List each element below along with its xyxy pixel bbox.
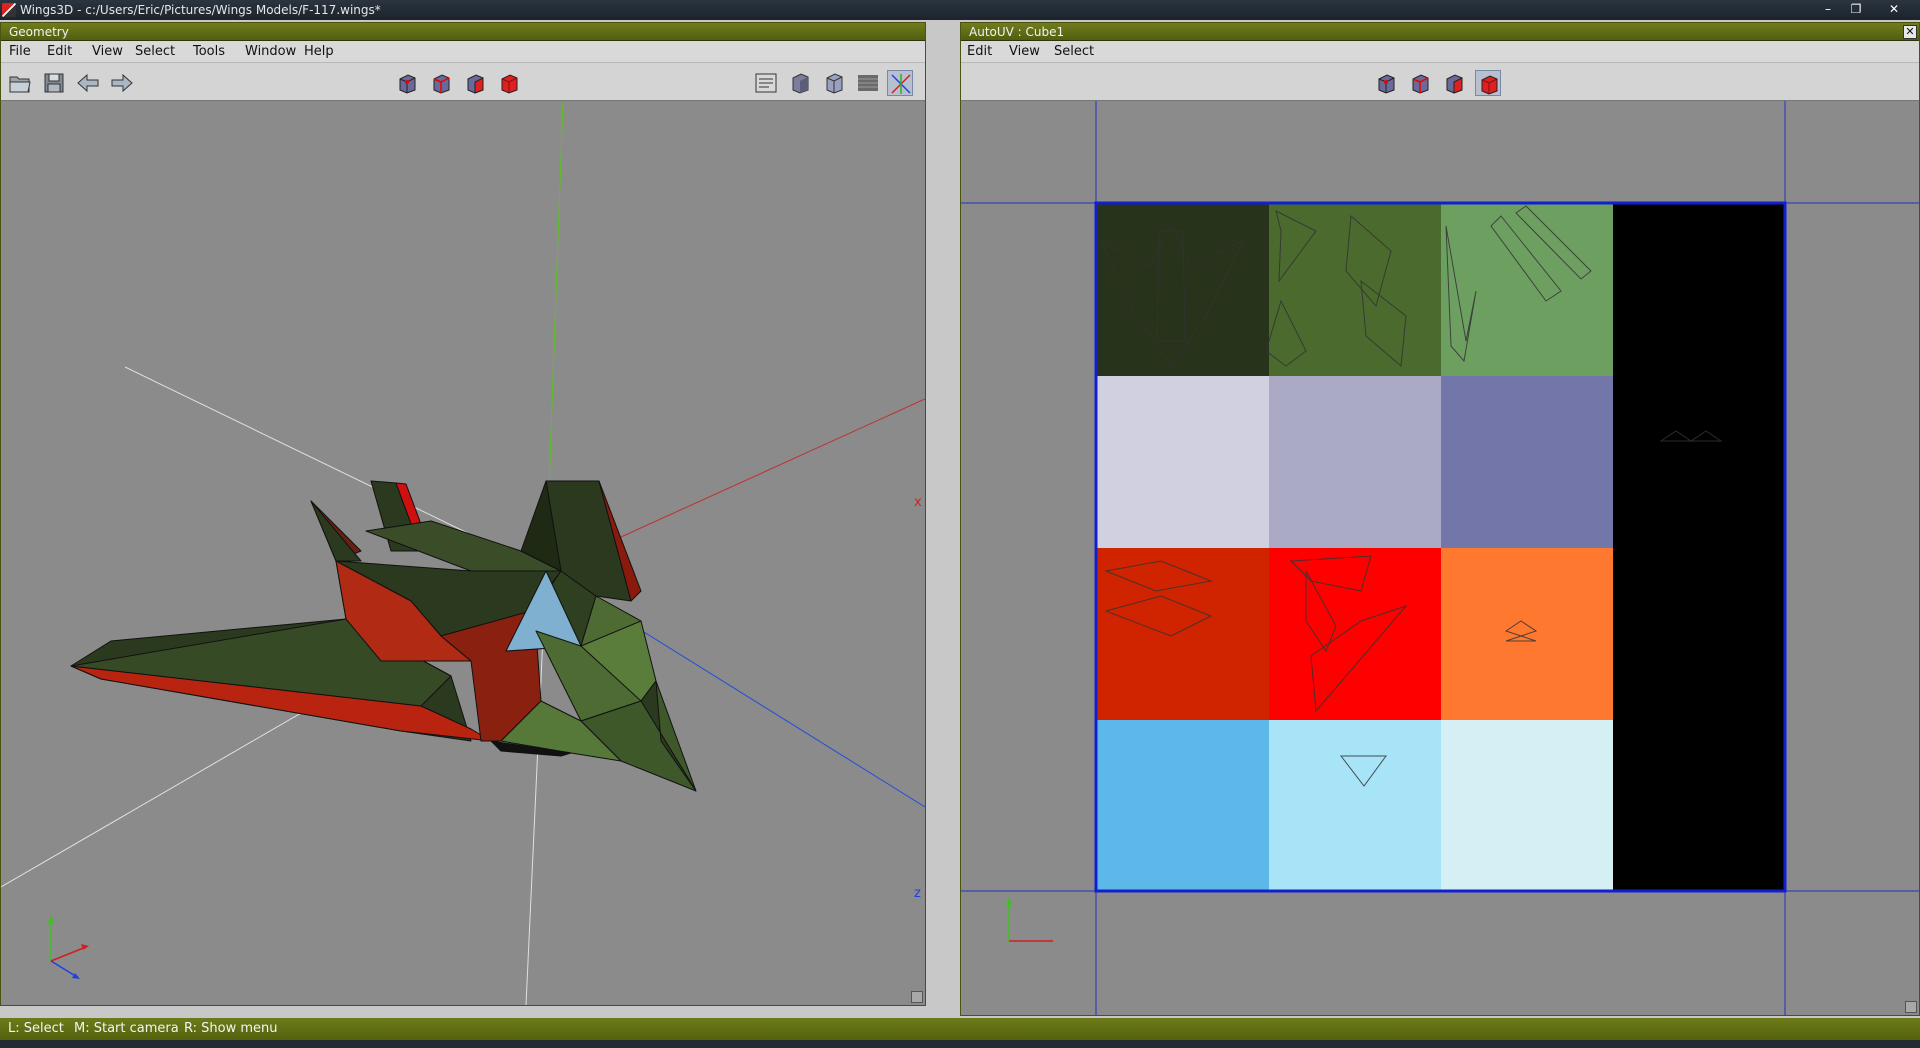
geometry-panel: Geometry File Edit View Select Tools Win…	[0, 22, 926, 1006]
vertex-mode-icon[interactable]	[394, 70, 420, 96]
texture-cell	[1269, 548, 1441, 720]
x-axis-label: x	[914, 495, 922, 510]
texture-cell	[1269, 376, 1441, 548]
geometry-menubar: File Edit View Select Tools Window Help	[1, 41, 925, 63]
texture-cell	[1613, 548, 1785, 720]
grid-icon[interactable]	[855, 70, 881, 96]
geometry-viewport[interactable]: x z	[1, 101, 925, 1005]
face-mode-icon[interactable]	[1441, 70, 1467, 96]
menu-help[interactable]: Help	[304, 44, 334, 59]
menu-tools[interactable]: Tools	[193, 44, 225, 59]
body-mode-icon[interactable]	[1475, 70, 1501, 96]
texture-cell	[1441, 376, 1613, 548]
texture-cell	[1097, 204, 1269, 376]
undo-arrow-icon[interactable]	[75, 70, 101, 96]
texture-cell	[1269, 720, 1441, 892]
axis-gizmo-icon	[48, 915, 89, 979]
face-mode-icon[interactable]	[462, 70, 488, 96]
wings3d-app-icon	[2, 3, 16, 17]
edge-mode-icon[interactable]	[1407, 70, 1433, 96]
menu-edit[interactable]: Edit	[47, 44, 72, 59]
status-right-hint: R: Show menu	[184, 1021, 278, 1036]
f117-model	[70, 480, 697, 792]
status-middle-hint: M: Start camera	[74, 1021, 179, 1036]
window-titlebar: Wings3D - c:/Users/Eric/Pictures/Wings M…	[0, 0, 1920, 20]
edge-mode-icon[interactable]	[428, 70, 454, 96]
status-left-hint: L: Select	[8, 1021, 64, 1036]
menu-window[interactable]: Window	[245, 44, 296, 59]
window-title: Wings3D - c:/Users/Eric/Pictures/Wings M…	[20, 3, 381, 17]
uv-axis-gizmo-icon	[1006, 897, 1053, 942]
texture-cell	[1097, 720, 1269, 892]
autouv-toolbar	[961, 63, 1919, 101]
geometry-panel-title: Geometry	[1, 23, 925, 41]
autouv-panel: AutoUV : Cube1 ✕ Edit View Select	[960, 22, 1920, 1016]
maximize-button[interactable]: ❐	[1842, 0, 1870, 20]
z-axis-label: z	[914, 886, 921, 901]
menu-view[interactable]: View	[1009, 44, 1040, 59]
axes-icon[interactable]	[887, 70, 913, 96]
menu-view[interactable]: View	[92, 44, 123, 59]
menu-select[interactable]: Select	[1054, 44, 1094, 59]
minimize-button[interactable]: –	[1814, 0, 1842, 20]
autouv-panel-title: AutoUV : Cube1	[961, 23, 1919, 41]
open-icon[interactable]	[7, 70, 33, 96]
texture-cell	[1613, 204, 1785, 376]
save-icon[interactable]	[41, 70, 67, 96]
body-mode-icon[interactable]	[496, 70, 522, 96]
groundplane-icon[interactable]	[753, 70, 779, 96]
close-window-button[interactable]: ✕	[1880, 0, 1908, 20]
texture-cell	[1269, 204, 1441, 376]
close-autouv-button[interactable]: ✕	[1903, 25, 1917, 39]
autouv-menubar: Edit View Select	[961, 41, 1919, 63]
smooth-shade-icon[interactable]	[787, 70, 813, 96]
texture-cell	[1613, 720, 1785, 892]
texture-cell	[1441, 720, 1613, 892]
status-bar: L: Select M: Start camera R: Show menu	[0, 1018, 1920, 1040]
redo-arrow-icon[interactable]	[109, 70, 135, 96]
vertex-mode-icon[interactable]	[1373, 70, 1399, 96]
texture-cell	[1441, 204, 1613, 376]
menu-file[interactable]: File	[9, 44, 31, 59]
resize-grip-icon[interactable]	[1905, 1001, 1917, 1013]
uv-editor-canvas[interactable]	[961, 101, 1919, 1015]
menu-select[interactable]: Select	[135, 44, 175, 59]
uv-viewport[interactable]	[961, 101, 1919, 1015]
uv-texture-grid	[1097, 204, 1785, 892]
os-taskbar	[0, 1040, 1920, 1048]
resize-grip-icon[interactable]	[911, 991, 923, 1003]
geometry-toolbar	[1, 63, 925, 101]
3d-scene[interactable]: x z	[1, 101, 925, 1005]
texture-cell	[1613, 376, 1785, 548]
wireframe-cube-icon[interactable]	[821, 70, 847, 96]
menu-edit[interactable]: Edit	[967, 44, 992, 59]
texture-cell	[1097, 376, 1269, 548]
texture-cell	[1097, 548, 1269, 720]
